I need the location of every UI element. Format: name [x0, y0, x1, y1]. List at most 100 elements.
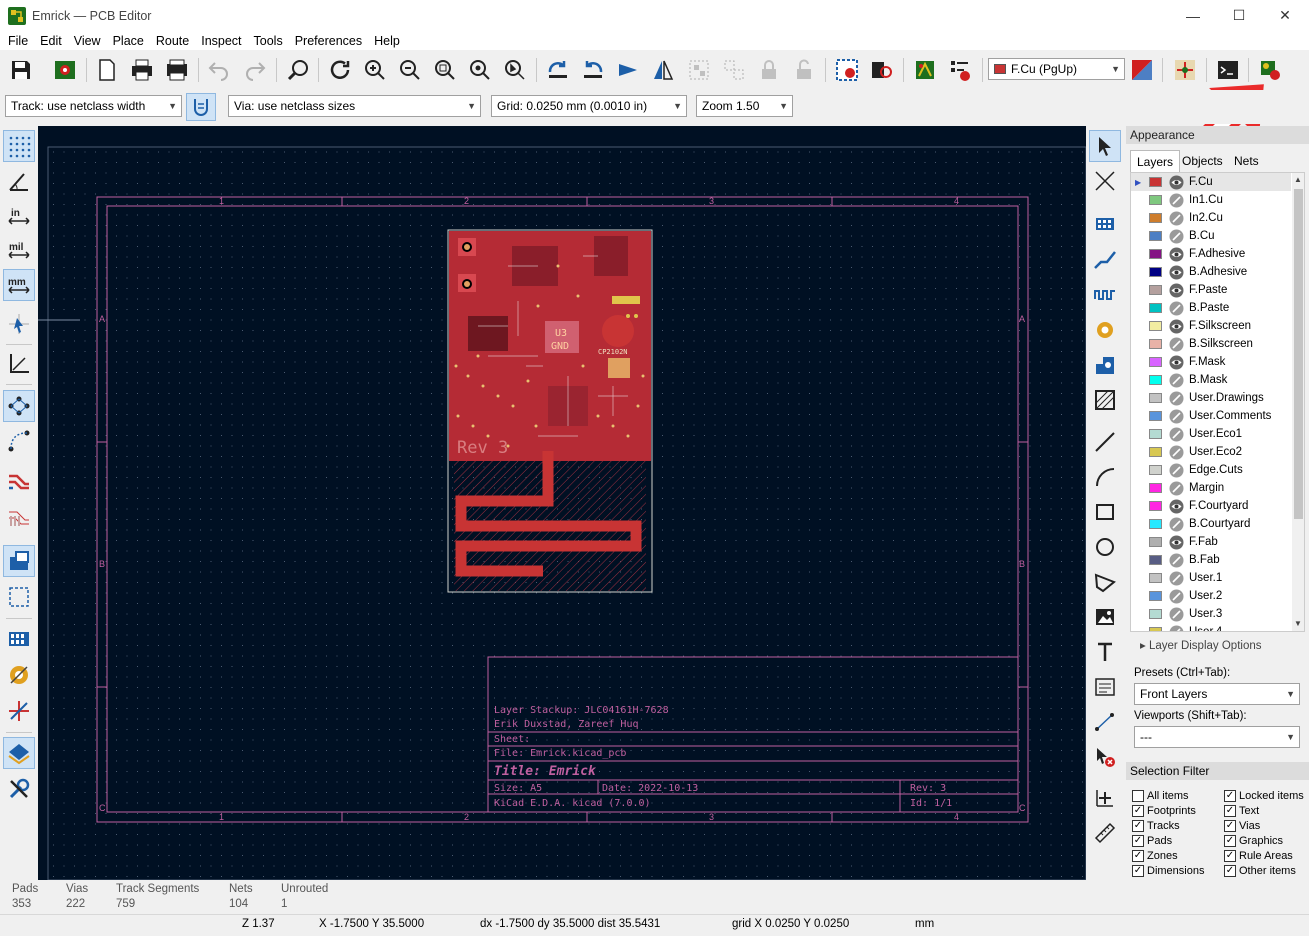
- eye-hidden-icon[interactable]: [1169, 481, 1184, 496]
- checkbox-checked-icon[interactable]: ✓: [1224, 804, 1236, 817]
- layer-color-swatch[interactable]: [1149, 231, 1162, 241]
- filter-checkbox[interactable]: ✓ Locked items: [1224, 788, 1304, 803]
- layer-color-swatch[interactable]: [1149, 195, 1162, 205]
- track-width-dropdown[interactable]: Track: use netclass width ▼: [5, 95, 182, 117]
- layer-row[interactable]: F.Mask: [1131, 353, 1291, 371]
- eye-hidden-icon[interactable]: [1169, 625, 1184, 633]
- scroll-up-icon[interactable]: ▲: [1294, 175, 1302, 184]
- redo-button[interactable]: [240, 55, 270, 85]
- add-keepout-button[interactable]: [1089, 384, 1121, 416]
- layer-row[interactable]: User.Drawings: [1131, 389, 1291, 407]
- add-dimension-button[interactable]: [1089, 706, 1121, 738]
- layer-display-options-toggle[interactable]: ▸ Layer Display Options: [1140, 638, 1261, 652]
- layer-color-swatch[interactable]: [1149, 627, 1162, 631]
- layer-color-swatch[interactable]: [1149, 501, 1162, 511]
- layer-color-swatch[interactable]: [1149, 177, 1162, 187]
- layer-color-swatch[interactable]: [1149, 267, 1162, 277]
- checkbox-checked-icon[interactable]: ✓: [1132, 849, 1144, 862]
- group-button[interactable]: [684, 55, 714, 85]
- zoom-fit-button[interactable]: [430, 55, 460, 85]
- menu-preferences[interactable]: Preferences: [291, 34, 366, 48]
- checkbox-checked-icon[interactable]: ✓: [1224, 834, 1236, 847]
- layer-color-swatch[interactable]: [1149, 285, 1162, 295]
- menu-tools[interactable]: Tools: [250, 34, 287, 48]
- layer-color-swatch[interactable]: [1149, 321, 1162, 331]
- layer-row[interactable]: F.Paste: [1131, 281, 1291, 299]
- viewports-dropdown[interactable]: --- ▼: [1134, 726, 1300, 748]
- cursor-style-button[interactable]: [3, 308, 35, 340]
- grid-dropdown[interactable]: Grid: 0.0250 mm (0.0010 in) ▼: [491, 95, 687, 117]
- add-textbox-button[interactable]: [1089, 671, 1121, 703]
- board-setup-button[interactable]: [50, 55, 80, 85]
- draw-arc-button[interactable]: [1089, 461, 1121, 493]
- eye-hidden-icon[interactable]: [1169, 571, 1184, 586]
- add-image-button[interactable]: [1089, 601, 1121, 633]
- eye-icon[interactable]: [1169, 283, 1184, 298]
- eye-hidden-icon[interactable]: [1169, 517, 1184, 532]
- menu-edit[interactable]: Edit: [36, 34, 66, 48]
- eye-hidden-icon[interactable]: [1169, 607, 1184, 622]
- checkbox-checked-icon[interactable]: ✓: [1132, 819, 1144, 832]
- minimize-button[interactable]: —: [1170, 0, 1216, 31]
- route-track-button[interactable]: [1089, 244, 1121, 276]
- add-footprint-button[interactable]: [1089, 208, 1121, 240]
- filter-checkbox[interactable]: ✓ Graphics: [1224, 833, 1283, 848]
- layer-row[interactable]: User.Comments: [1131, 407, 1291, 425]
- zoom-objects-button[interactable]: [465, 55, 495, 85]
- ratsnest-toggle-button[interactable]: [3, 390, 35, 422]
- properties-button[interactable]: [3, 773, 35, 805]
- zoom-selection-button[interactable]: [500, 55, 530, 85]
- update-pcb-button[interactable]: [910, 55, 940, 85]
- layer-row[interactable]: F.Courtyard: [1131, 497, 1291, 515]
- layer-color-swatch[interactable]: [1149, 447, 1162, 457]
- layer-row[interactable]: User.Eco1: [1131, 425, 1291, 443]
- eye-hidden-icon[interactable]: [1169, 445, 1184, 460]
- eye-hidden-icon[interactable]: [1169, 373, 1184, 388]
- checkbox-checked-icon[interactable]: ✓: [1224, 789, 1236, 802]
- layer-row[interactable]: B.Courtyard: [1131, 515, 1291, 533]
- layer-row[interactable]: B.Fab: [1131, 551, 1291, 569]
- eye-hidden-icon[interactable]: [1169, 553, 1184, 568]
- layer-color-swatch[interactable]: [1149, 591, 1162, 601]
- filter-checkbox[interactable]: ✓ Tracks: [1132, 818, 1180, 833]
- zone-outline-button[interactable]: [3, 581, 35, 613]
- layer-row[interactable]: F.Fab: [1131, 533, 1291, 551]
- filter-checkbox[interactable]: ✓ Vias: [1224, 818, 1260, 833]
- eye-icon[interactable]: [1169, 319, 1184, 334]
- layer-color-swatch[interactable]: [1149, 213, 1162, 223]
- checkbox-checked-icon[interactable]: ✓: [1224, 849, 1236, 862]
- tune-length-button[interactable]: [1089, 279, 1121, 311]
- layer-row[interactable]: In2.Cu: [1131, 209, 1291, 227]
- footprint-browser-button[interactable]: [867, 55, 897, 85]
- rotate-cw-button[interactable]: [578, 55, 608, 85]
- checkbox-unchecked-icon[interactable]: [1132, 789, 1144, 802]
- checkbox-checked-icon[interactable]: ✓: [1132, 804, 1144, 817]
- lock-button[interactable]: [754, 55, 784, 85]
- eye-hidden-icon[interactable]: [1169, 337, 1184, 352]
- draw-circle-button[interactable]: [1089, 531, 1121, 563]
- layer-color-swatch[interactable]: [1149, 429, 1162, 439]
- set-origin-button[interactable]: [1089, 782, 1121, 814]
- delete-tool-button[interactable]: [1089, 741, 1121, 773]
- layer-row[interactable]: User.Eco2: [1131, 443, 1291, 461]
- tab-objects[interactable]: Objects: [1176, 150, 1229, 172]
- units-inches-button[interactable]: in: [3, 200, 35, 232]
- filter-checkbox[interactable]: ✓ Other items: [1224, 863, 1296, 878]
- layer-color-swatch[interactable]: [1149, 411, 1162, 421]
- via-size-dropdown[interactable]: Via: use netclass sizes ▼: [228, 95, 481, 117]
- zoom-in-button[interactable]: [360, 55, 390, 85]
- eye-icon[interactable]: [1169, 247, 1184, 262]
- auto-track-width-toggle[interactable]: [186, 93, 216, 121]
- show-pad-numbers-button[interactable]: [3, 695, 35, 727]
- layer-row[interactable]: F.Silkscreen: [1131, 317, 1291, 335]
- local-coords-button[interactable]: [3, 348, 35, 380]
- layer-color-swatch[interactable]: [1149, 573, 1162, 583]
- select-tool-button[interactable]: [1089, 130, 1121, 162]
- draw-line-button[interactable]: [1089, 426, 1121, 458]
- eye-hidden-icon[interactable]: [1169, 463, 1184, 478]
- layer-color-swatch[interactable]: [1149, 465, 1162, 475]
- layer-select-dropdown[interactable]: F.Cu (PgUp) ▼: [988, 58, 1125, 80]
- eye-icon[interactable]: [1169, 499, 1184, 514]
- ungroup-button[interactable]: [719, 55, 749, 85]
- menu-file[interactable]: File: [4, 34, 32, 48]
